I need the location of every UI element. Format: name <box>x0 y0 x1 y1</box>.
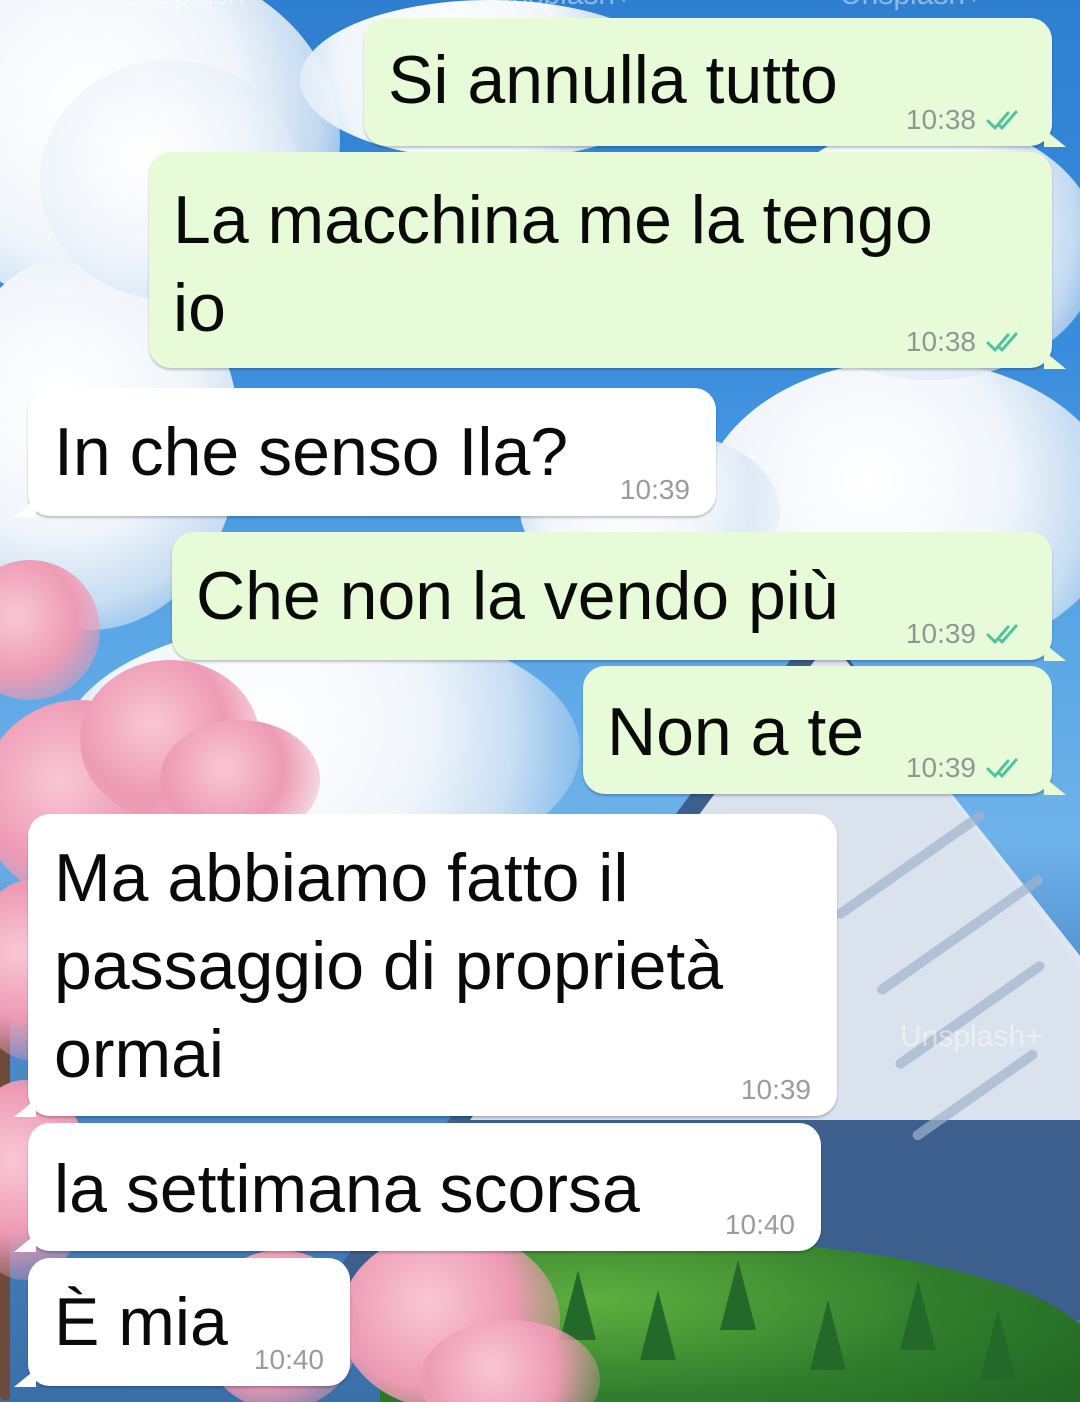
watermark: Unsplash+ <box>900 1020 1043 1053</box>
message-bubble-outgoing[interactable]: La macchina me la tengo io 10:38 <box>149 152 1066 369</box>
message-time: 10:40 <box>253 1344 324 1375</box>
double-check-icon <box>986 758 1018 778</box>
message-meta: 10:39 <box>620 474 690 506</box>
tree <box>640 1290 676 1360</box>
message-meta: 10:38 <box>906 326 1026 358</box>
message-text-line: La macchina me la tengo <box>173 182 933 258</box>
message-bubble-outgoing[interactable]: Si annulla tutto 10:38 <box>364 18 1066 147</box>
tree <box>980 1310 1016 1380</box>
message-text: la settimana scorsa <box>54 1151 640 1227</box>
watermark: Unsplash+ <box>840 0 983 12</box>
tree <box>560 1270 596 1340</box>
message-text-line: passaggio di proprietà <box>54 928 724 1004</box>
message-text: Non a te <box>607 694 865 770</box>
message-text-line: ormai <box>54 1016 225 1092</box>
message-text-line: io <box>173 270 226 346</box>
message-time: 10:38 <box>905 326 976 357</box>
message-meta: 10:40 <box>254 1344 324 1376</box>
double-check-icon <box>986 624 1018 644</box>
message-meta: 10:39 <box>741 1074 811 1106</box>
message-time: 10:38 <box>905 104 976 135</box>
message-time: 10:40 <box>724 1209 795 1240</box>
message-bubble-outgoing[interactable]: Che non la vendo più 10:39 <box>172 532 1066 661</box>
message-text: Che non la vendo più <box>196 558 839 634</box>
message-bubble-outgoing[interactable]: Non a te 10:39 <box>583 666 1066 795</box>
message-meta: 10:40 <box>725 1209 795 1241</box>
watermark: Unsplash+ <box>490 0 633 12</box>
tree <box>720 1260 756 1330</box>
message-time: 10:39 <box>905 618 976 649</box>
message-meta: 10:38 <box>906 104 1026 136</box>
message-text: È mia <box>54 1284 228 1360</box>
double-check-icon <box>986 332 1018 352</box>
message-text-line: Ma abbiamo fatto il <box>54 840 629 916</box>
message-bubble-incoming[interactable]: È mia 10:40 <box>14 1258 350 1387</box>
tree <box>810 1300 846 1370</box>
message-bubble-incoming[interactable]: Ma abbiamo fatto il passaggio di proprie… <box>14 814 837 1117</box>
message-text: Si annulla tutto <box>388 42 838 118</box>
message-bubble-incoming[interactable]: In che senso Ila? 10:39 <box>14 388 716 517</box>
message-meta: 10:39 <box>906 618 1026 650</box>
watermark: Unsplash+ <box>120 0 263 12</box>
message-time: 10:39 <box>740 1074 811 1105</box>
tree <box>900 1280 936 1350</box>
message-bubble-incoming[interactable]: la settimana scorsa 10:40 <box>14 1123 821 1252</box>
message-text: In che senso Ila? <box>54 414 569 490</box>
message-meta: 10:39 <box>906 752 1026 784</box>
message-time: 10:39 <box>905 752 976 783</box>
message-time: 10:39 <box>619 474 690 505</box>
double-check-icon <box>986 110 1018 130</box>
